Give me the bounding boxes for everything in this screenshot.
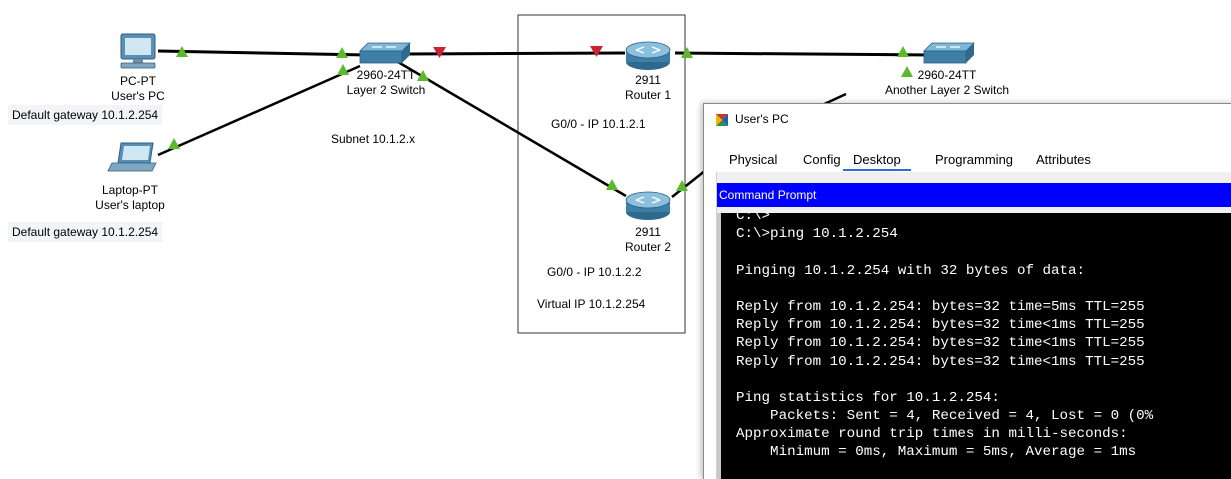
- switch2-label: 2960-24TT Another Layer 2 Switch: [872, 68, 1022, 97]
- switch1-name: Layer 2 Switch: [346, 83, 426, 97]
- console-line: C:\>ping 10.1.2.254: [736, 226, 898, 243]
- router1-ip-note[interactable]: G0/0 - IP 10.1.2.1: [551, 117, 646, 131]
- packet-tracer-icon: [715, 113, 729, 127]
- router2-model: 2911: [635, 225, 661, 239]
- command-prompt-header[interactable]: Command Prompt: [717, 183, 1231, 207]
- console-line: Ping statistics for 10.1.2.254:: [736, 389, 1000, 406]
- laptop-name: User's laptop: [95, 198, 165, 212]
- link-router1-switch2[interactable]: [674, 51, 931, 57]
- command-prompt-title: Command Prompt: [719, 188, 817, 202]
- switch-icon[interactable]: [923, 42, 975, 64]
- console-line: Reply from 10.1.2.254: bytes=32 time<1ms…: [736, 353, 1145, 370]
- laptop-model: Laptop-PT: [101, 183, 159, 197]
- console-line: Reply from 10.1.2.254: bytes=32 time<1ms…: [736, 317, 1145, 334]
- console-line: Pinging 10.1.2.254 with 32 bytes of data…: [736, 262, 1086, 279]
- console-line: Packets: Sent = 4, Received = 4, Lost = …: [736, 408, 1154, 425]
- switch2-model: 2960-24TT: [917, 68, 977, 82]
- dialog-tabs: Physical Config Desktop Programming Attr…: [716, 148, 1231, 173]
- laptop-gateway-note[interactable]: Default gateway 10.1.2.254: [8, 222, 163, 242]
- dialog-titlebar[interactable]: User's PC: [704, 104, 1231, 134]
- link-up-indicator: [897, 46, 909, 57]
- console-line: C:\>: [736, 213, 771, 224]
- router-icon[interactable]: [625, 41, 671, 70]
- command-prompt-console[interactable]: C:\> C:\>ping 10.1.2.254 Pinging 10.1.2.…: [721, 213, 1231, 479]
- tab-config[interactable]: Config: [803, 152, 841, 168]
- console-line: Approximate round trip times in milli-se…: [736, 426, 1128, 443]
- virtual-ip-note[interactable]: Virtual IP 10.1.2.254: [537, 297, 645, 311]
- device-dialog[interactable]: User's PC Physical Config Desktop Progra…: [703, 103, 1231, 479]
- console-line: Reply from 10.1.2.254: bytes=32 time=5ms…: [736, 298, 1145, 315]
- console-line: Reply from 10.1.2.254: bytes=32 time<1ms…: [736, 335, 1145, 352]
- link-pc-switch1[interactable]: [157, 49, 369, 57]
- pc-gateway-note[interactable]: Default gateway 10.1.2.254: [8, 105, 163, 125]
- pc-model: PC-PT: [120, 74, 156, 88]
- link-blocked-indicator: [590, 46, 603, 57]
- tab-physical[interactable]: Physical: [729, 152, 777, 168]
- switch1-model: 2960-24TT: [356, 68, 416, 82]
- dialog-title: User's PC: [735, 112, 789, 126]
- tab-attributes[interactable]: Attributes: [1036, 152, 1091, 168]
- switch1-label: 2960-24TT Layer 2 Switch: [336, 68, 436, 97]
- pc-name: User's PC: [111, 89, 165, 103]
- link-up-indicator: [336, 47, 348, 58]
- pc-icon[interactable]: [120, 33, 156, 69]
- console-line: Minimum = 0ms, Maximum = 5ms, Average = …: [736, 444, 1137, 461]
- router2-ip-note[interactable]: G0/0 - IP 10.1.2.2: [547, 265, 642, 279]
- laptop-label: Laptop-PT User's laptop: [84, 183, 176, 212]
- link-up-indicator: [168, 138, 180, 149]
- router2-name: Router 2: [624, 240, 672, 254]
- router-icon[interactable]: [625, 191, 671, 220]
- pc-label: PC-PT User's PC: [100, 74, 176, 103]
- link-laptop-switch1[interactable]: [157, 64, 361, 157]
- link-router2-switch2[interactable]: [671, 169, 707, 198]
- router1-model: 2911: [635, 73, 661, 87]
- subnet-note[interactable]: Subnet 10.1.2.x: [331, 132, 415, 146]
- tab-programming[interactable]: Programming: [935, 152, 1013, 168]
- router2-label: 2911 Router 2: [613, 225, 683, 254]
- router1-name: Router 1: [624, 88, 672, 102]
- switch-icon[interactable]: [359, 42, 411, 64]
- switch2-name: Another Layer 2 Switch: [884, 83, 1010, 97]
- router1-label: 2911 Router 1: [613, 73, 683, 102]
- tab-desktop[interactable]: Desktop: [843, 152, 911, 171]
- laptop-icon[interactable]: [107, 142, 157, 172]
